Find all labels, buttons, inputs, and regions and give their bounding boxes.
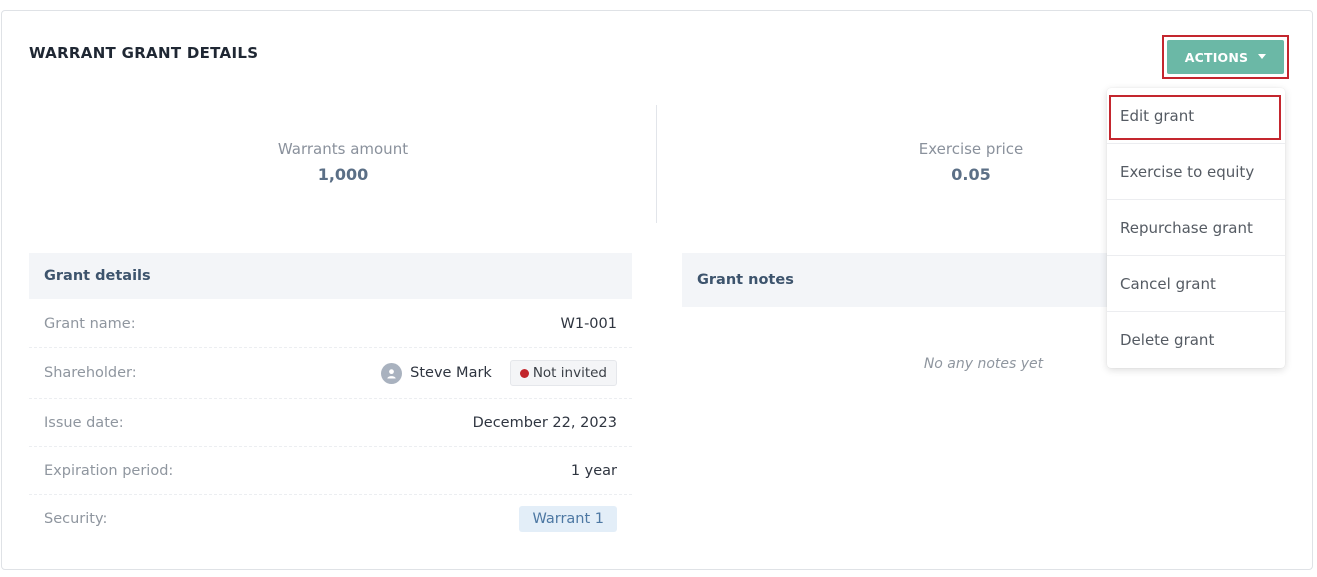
shareholder-label: Shareholder: bbox=[44, 365, 137, 381]
security-row: Security: Warrant 1 bbox=[29, 495, 632, 543]
grant-details-heading: Grant details bbox=[29, 253, 632, 299]
status-badge-label: Not invited bbox=[532, 365, 607, 381]
warrants-amount-label: Warrants amount bbox=[277, 140, 409, 158]
expiration-row: Expiration period: 1 year bbox=[29, 447, 632, 495]
menu-item-delete-grant[interactable]: Delete grant bbox=[1107, 312, 1285, 368]
menu-item-repurchase-grant[interactable]: Repurchase grant bbox=[1107, 200, 1285, 256]
menu-item-cancel-grant[interactable]: Cancel grant bbox=[1107, 256, 1285, 312]
warrants-amount-stat: Warrants amount 1,000 bbox=[143, 140, 543, 184]
warrants-amount-value: 1,000 bbox=[317, 165, 369, 184]
shareholder-name[interactable]: Steve Mark bbox=[410, 365, 492, 381]
security-label: Security: bbox=[44, 511, 108, 527]
page-title: WARRANT GRANT DETAILS bbox=[29, 44, 259, 62]
grant-name-row: Grant name: W1-001 bbox=[29, 300, 632, 348]
stats-divider bbox=[656, 105, 657, 223]
actions-label: ACTIONS bbox=[1184, 49, 1249, 65]
status-dot-icon bbox=[519, 368, 529, 378]
edit-grant-highlight bbox=[1109, 95, 1281, 140]
actions-button[interactable]: ACTIONS bbox=[1167, 40, 1284, 74]
issue-date-label: Issue date: bbox=[44, 414, 124, 431]
issue-date-value: December 22, 2023 bbox=[472, 414, 617, 431]
grant-name-value: W1-001 bbox=[560, 315, 617, 332]
expiration-label: Expiration period: bbox=[44, 462, 174, 479]
grant-name-label: Grant name: bbox=[44, 315, 136, 332]
person-icon bbox=[387, 368, 396, 379]
issue-date-row: Issue date: December 22, 2023 bbox=[29, 399, 632, 447]
menu-item-exercise-to-equity[interactable]: Exercise to equity bbox=[1107, 144, 1285, 200]
caret-down-icon bbox=[1258, 53, 1267, 59]
security-badge[interactable]: Warrant 1 bbox=[519, 506, 617, 532]
shareholder-row: Shareholder: Steve Mark Not invited bbox=[29, 348, 632, 399]
avatar bbox=[381, 362, 403, 384]
expiration-value: 1 year bbox=[570, 462, 617, 479]
grant-notes-heading: Grant notes bbox=[682, 253, 1122, 307]
status-badge: Not invited bbox=[509, 360, 617, 386]
